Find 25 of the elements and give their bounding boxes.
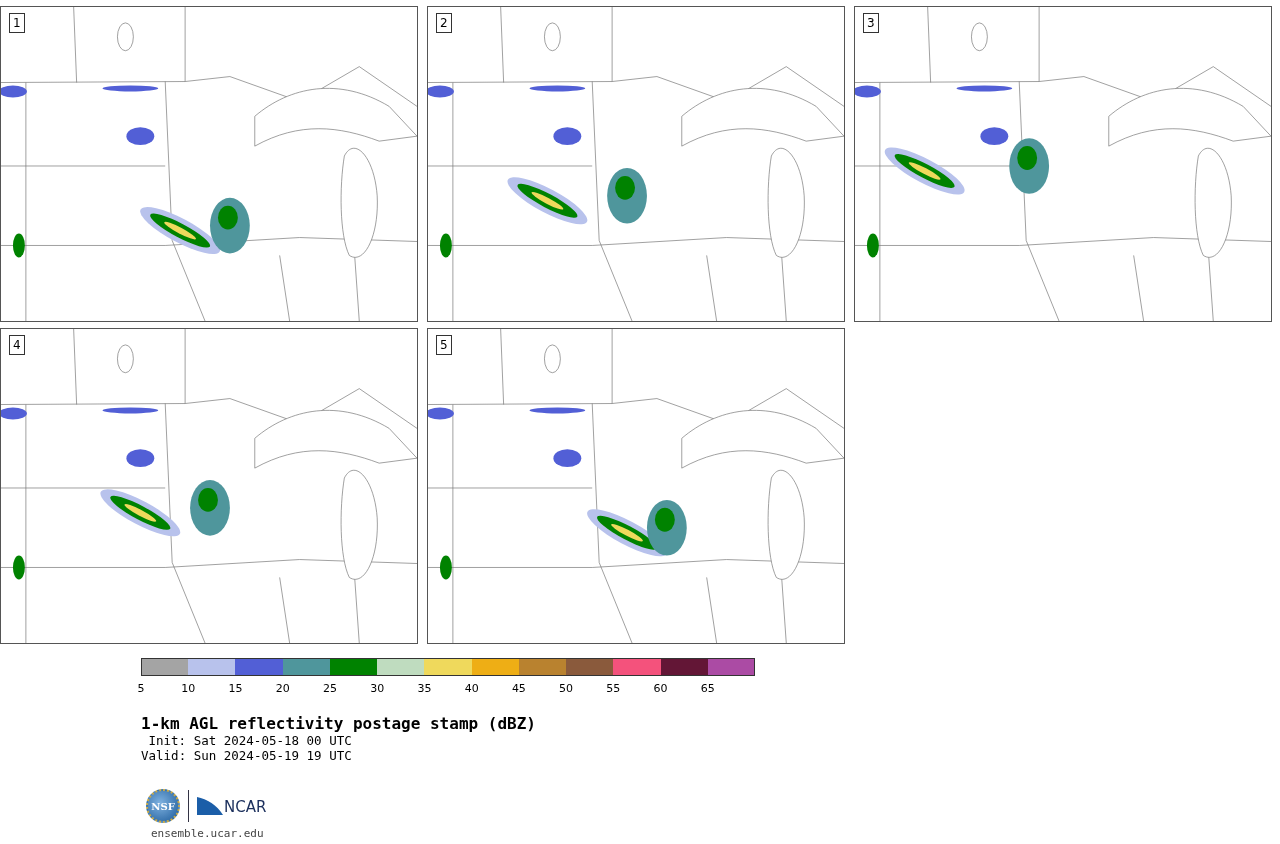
ncar-logo-text: NCAR xyxy=(224,799,267,815)
tick-label: 30 xyxy=(370,682,385,695)
nsf-logo: NSF xyxy=(146,789,180,823)
tick-label: 20 xyxy=(275,682,290,695)
tick-label: 40 xyxy=(464,682,479,695)
site-address: ensemble.ucar.edu xyxy=(151,827,265,840)
panel-number: 5 xyxy=(436,335,452,355)
panel-number: 1 xyxy=(9,13,25,33)
panel-number: 3 xyxy=(863,13,879,33)
tick-label: 60 xyxy=(653,682,668,695)
tick-label: 45 xyxy=(511,682,526,695)
tick-label: 15 xyxy=(228,682,243,695)
tick-label: 5 xyxy=(137,682,145,695)
tick-label: 55 xyxy=(606,682,621,695)
panel-number: 2 xyxy=(436,13,452,33)
tick-label: 65 xyxy=(700,682,715,695)
chart-title: 1-km AGL reflectivity postage stamp (dBZ) xyxy=(141,714,537,733)
tick-label: 35 xyxy=(417,682,432,695)
tick-label: 25 xyxy=(322,682,337,695)
panel-number: 4 xyxy=(9,335,25,355)
tick-label: 10 xyxy=(181,682,196,695)
tick-label: 50 xyxy=(559,682,574,695)
init-time: Init: Sat 2024-05-18 00 UTC xyxy=(147,733,353,748)
valid-time: Valid: Sun 2024-05-19 19 UTC xyxy=(141,748,353,763)
swoosh-icon xyxy=(197,797,223,815)
